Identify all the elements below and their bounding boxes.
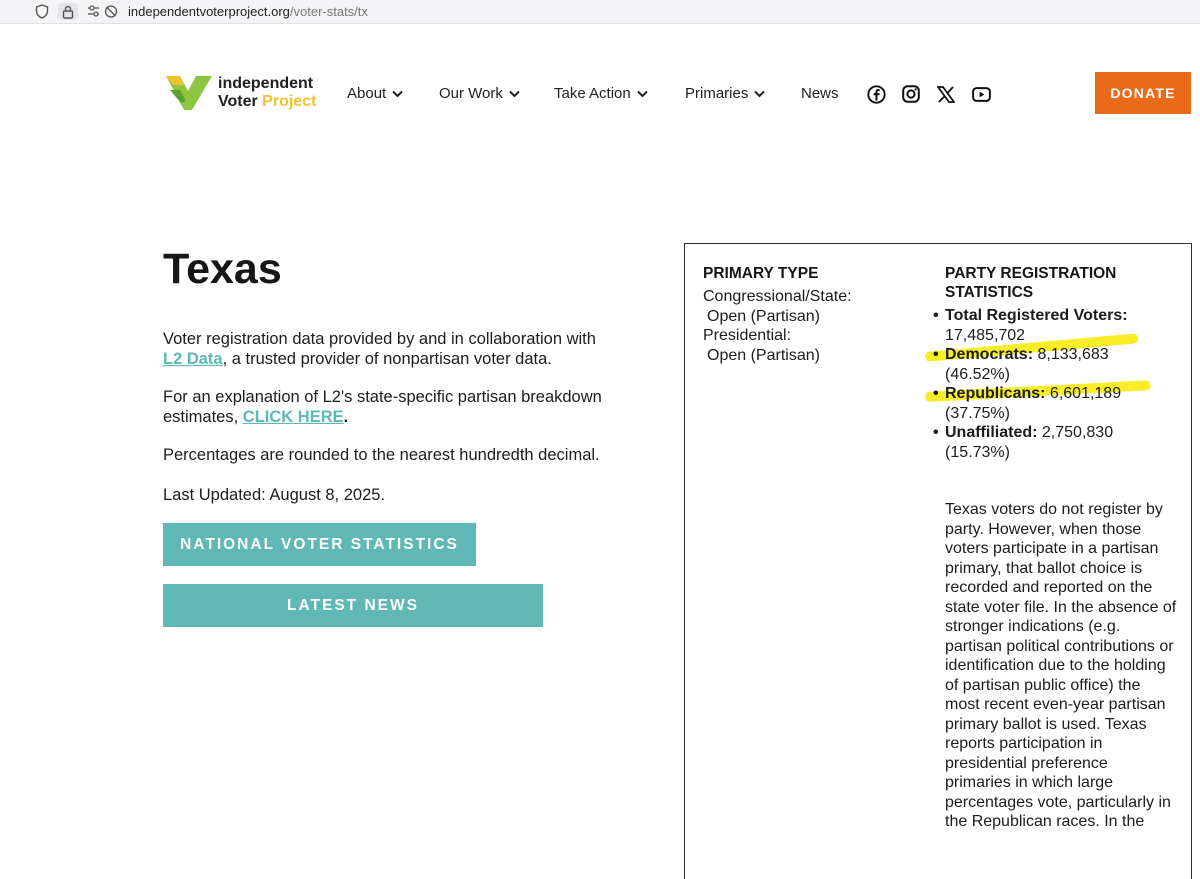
nav-label: About bbox=[347, 84, 387, 102]
logo-check-icon bbox=[166, 76, 212, 110]
party-registration-heading: PARTY REGISTRATION STATISTICS bbox=[945, 264, 1145, 302]
stat-label: Unaffiliated: bbox=[945, 424, 1038, 441]
rounding-note: Percentages are rounded to the nearest h… bbox=[163, 446, 600, 464]
logo-line-1: independent bbox=[218, 75, 314, 92]
stat-percent: (46.52%) bbox=[945, 365, 1010, 383]
logo-word-project: Project bbox=[262, 93, 317, 110]
chevron-down-icon bbox=[509, 85, 520, 102]
nav-label: Primaries bbox=[685, 84, 749, 102]
explanation-period: . bbox=[343, 407, 349, 426]
stat-label: Total Registered Voters: bbox=[945, 307, 1128, 324]
nav-label: News bbox=[801, 84, 839, 102]
logo-wordmark: independent Voter Project bbox=[218, 75, 316, 111]
facebook-icon[interactable] bbox=[866, 84, 886, 104]
stat-value: 17,485,702 bbox=[945, 326, 1026, 344]
permissions-icon[interactable] bbox=[86, 3, 122, 20]
address-url[interactable]: independentvoterproject.org/voter-stats/… bbox=[128, 4, 368, 20]
explanation-paragraph: For an explanation of L2's state-specifi… bbox=[163, 388, 663, 427]
stat-value: 2,750,830 bbox=[1041, 424, 1114, 441]
lock-icon[interactable] bbox=[58, 3, 78, 20]
youtube-icon[interactable] bbox=[971, 84, 991, 104]
primary-type-heading: PRIMARY TYPE bbox=[703, 265, 819, 282]
primary-type-details: Congressional/State: Open (Partisan) Pre… bbox=[703, 287, 852, 365]
click-here-link[interactable]: CLICK HERE bbox=[243, 408, 344, 426]
party-heading-line-2: STATISTICS bbox=[945, 284, 1034, 301]
logo-line-2: Voter Project bbox=[218, 93, 316, 111]
primary-line: Open (Partisan) bbox=[707, 346, 820, 364]
chevron-down-icon bbox=[754, 85, 766, 102]
intro-paragraph: Voter registration data provided by and … bbox=[163, 330, 663, 369]
nav-item-primaries[interactable]: Primaries bbox=[685, 82, 766, 104]
url-host: independentvoterproject.org bbox=[128, 4, 290, 19]
party-heading-line-1: PARTY REGISTRATION bbox=[945, 265, 1117, 282]
l2-data-link[interactable]: L2 Data bbox=[163, 350, 223, 368]
stat-democrats: Democrats: 8,133,683 (46.52%) bbox=[933, 345, 1173, 384]
stats-panel: PRIMARY TYPE Congressional/State: Open (… bbox=[684, 243, 1192, 879]
explanation-text-a: For an explanation of L2's state-specifi… bbox=[163, 388, 602, 426]
stat-value: 6,601,189 bbox=[1049, 385, 1122, 402]
site-logo[interactable]: independent Voter Project bbox=[164, 72, 324, 112]
nav-item-take-action[interactable]: Take Action bbox=[554, 82, 648, 104]
nav-item-news[interactable]: News bbox=[801, 82, 839, 104]
nav-label: Take Action bbox=[554, 84, 631, 102]
logo-word-voter: Voter bbox=[218, 93, 258, 110]
stat-label: Democrats: bbox=[945, 346, 1034, 363]
donate-button[interactable]: DONATE bbox=[1095, 72, 1191, 114]
primary-line: Congressional/State: bbox=[703, 288, 852, 305]
chevron-down-icon bbox=[392, 85, 403, 102]
chevron-down-icon bbox=[637, 85, 648, 102]
url-path: /voter-stats/tx bbox=[289, 4, 368, 19]
stat-unaffiliated: Unaffiliated: 2,750,830 (15.73%) bbox=[933, 423, 1173, 462]
latest-news-button[interactable]: LATEST NEWS bbox=[163, 584, 543, 627]
nav-item-about[interactable]: About bbox=[347, 82, 403, 104]
stat-total-registered: Total Registered Voters: 17,485,702 bbox=[933, 306, 1173, 345]
texas-registration-explanation: Texas voters do not register by party. H… bbox=[945, 501, 1177, 830]
intro-text-b: , a trusted provider of nonpartisan vote… bbox=[222, 349, 552, 368]
national-voter-statistics-button[interactable]: NATIONAL VOTER STATISTICS bbox=[163, 523, 476, 566]
instagram-icon[interactable] bbox=[901, 84, 921, 104]
stat-percent: (15.73%) bbox=[945, 443, 1010, 461]
nav-label: Our Work bbox=[439, 84, 503, 102]
nav-item-our-work[interactable]: Our Work bbox=[439, 82, 520, 104]
stat-label: Republicans: bbox=[945, 385, 1046, 402]
primary-line: Open (Partisan) bbox=[707, 307, 820, 325]
shield-icon[interactable] bbox=[33, 3, 51, 20]
stat-republicans: Republicans: 6,601,189 (37.75%) bbox=[933, 384, 1173, 423]
browser-address-bar: independentvoterproject.org/voter-stats/… bbox=[0, 0, 1200, 24]
party-stats-list: Total Registered Voters: 17,485,702 Demo… bbox=[933, 306, 1173, 462]
intro-text-a: Voter registration data provided by and … bbox=[163, 330, 596, 348]
x-icon[interactable] bbox=[936, 84, 956, 104]
stat-percent: (37.75%) bbox=[945, 404, 1010, 422]
stat-value: 8,133,683 bbox=[1037, 346, 1109, 363]
last-updated: Last Updated: August 8, 2025. bbox=[163, 486, 386, 504]
page-title: Texas bbox=[163, 245, 282, 293]
primary-line: Presidential: bbox=[703, 327, 792, 344]
